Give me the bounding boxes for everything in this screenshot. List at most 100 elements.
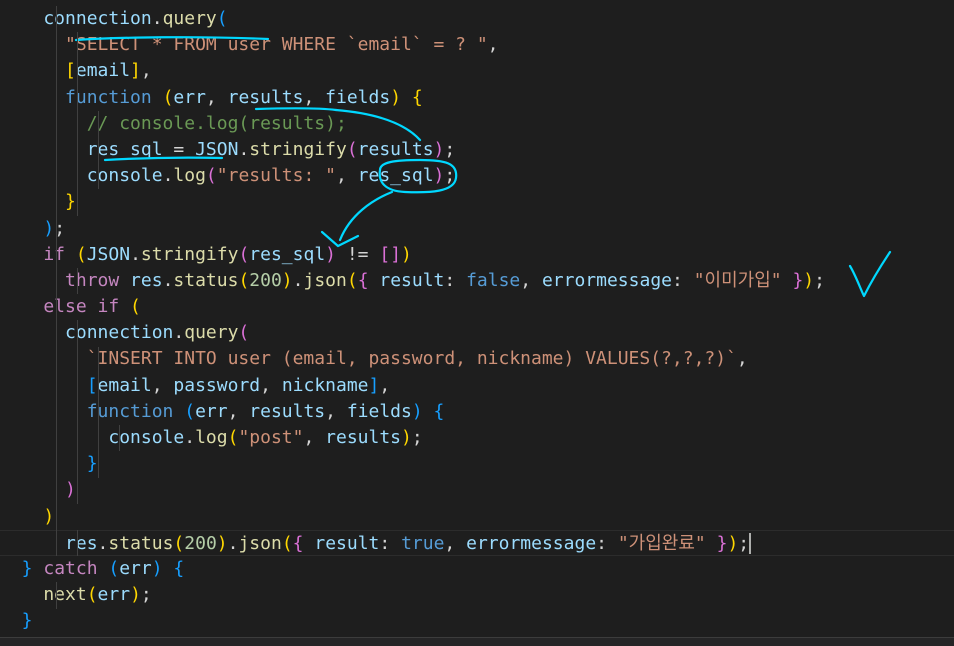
code-token: json [238, 532, 282, 554]
code-token: ) [803, 269, 815, 291]
code-token: catch [32, 557, 109, 579]
code-token: results [357, 138, 434, 160]
code-token: ; [814, 269, 825, 291]
code-token: : [379, 532, 402, 554]
code-token: . [151, 8, 163, 29]
code-token: true [401, 532, 445, 554]
code-line-text: next(err); [0, 582, 151, 608]
code-token: JSON [195, 138, 239, 160]
code-line[interactable]: res.status(200).json({ result: true, err… [0, 529, 954, 556]
code-token: != [336, 243, 380, 265]
code-line[interactable]: } catch (err) { [0, 556, 954, 582]
code-token: password [173, 374, 261, 396]
code-token: ) [130, 584, 141, 606]
code-token: , [379, 374, 391, 396]
code-editor[interactable]: connection.query( "SELECT * FROM user WH… [0, 0, 954, 646]
code-line[interactable]: function (err, results, fields) { [0, 85, 954, 111]
indent-guide [56, 582, 57, 609]
indent-guide [77, 268, 78, 295]
code-token: ) [0, 217, 55, 239]
code-token: errormessage [541, 269, 672, 291]
code-token: err [119, 557, 152, 579]
code-line[interactable]: console.log("results: ", res_sql); [0, 163, 954, 189]
code-token: } [0, 453, 98, 475]
code-line[interactable]: ); [0, 216, 954, 242]
code-token: ) [433, 165, 445, 187]
code-line[interactable]: // console.log(results); [0, 111, 954, 137]
code-line[interactable]: console.log("post", results); [0, 425, 954, 451]
code-token: errormessage [466, 532, 597, 554]
indent-guide [77, 32, 78, 216]
code-token: . [162, 269, 174, 291]
code-token: . [173, 322, 185, 344]
code-token: results [227, 86, 304, 108]
code-token: [ [0, 60, 76, 82]
code-token: . [292, 269, 304, 291]
code-token: ) [401, 427, 412, 448]
code-line[interactable]: connection.query( [0, 320, 954, 346]
code-line[interactable]: "SELECT * FROM user WHERE `email` = ? ", [0, 32, 954, 58]
code-line-text: function (err, results, fields) { [0, 85, 423, 111]
code-token: stringify [140, 243, 239, 265]
code-token: 200 [184, 532, 217, 554]
code-token: [] [379, 243, 402, 265]
code-line[interactable]: ) [0, 504, 954, 530]
code-token: "가입완료" [617, 532, 706, 554]
code-token: , [260, 374, 282, 396]
code-line[interactable]: [email], [0, 58, 954, 84]
code-line[interactable]: ) [0, 477, 954, 503]
code-token: . [184, 427, 196, 448]
indent-guide [77, 530, 78, 557]
code-token: result [368, 269, 445, 291]
horizontal-scrollbar[interactable] [0, 637, 954, 646]
code-line[interactable]: } [0, 451, 954, 477]
code-token: query [184, 322, 239, 344]
indent-guide [77, 320, 78, 504]
code-token: ) [216, 532, 228, 554]
code-token: "이미가입" [693, 269, 782, 291]
code-token: err [173, 86, 206, 108]
code-token: : [596, 532, 618, 554]
code-lines[interactable]: connection.query( "SELECT * FROM user WH… [0, 6, 954, 635]
code-line[interactable]: if (JSON.stringify(res_sql) != []) [0, 242, 954, 268]
code-line-text: if (JSON.stringify(res_sql) != []) [0, 242, 412, 268]
code-line-text: } [0, 451, 98, 477]
code-line[interactable]: } [0, 608, 954, 634]
code-token: json [303, 269, 347, 291]
code-line[interactable]: connection.query( [0, 6, 954, 32]
code-line[interactable]: [email, password, nickname], [0, 373, 954, 399]
code-token: ( [86, 584, 98, 606]
code-token: , [335, 165, 358, 187]
code-token: ) [401, 243, 412, 265]
code-line[interactable]: `INSERT INTO user (email, password, nick… [0, 346, 954, 372]
code-line[interactable]: res_sql = JSON.stringify(results); [0, 137, 954, 163]
code-line-text: console.log("results: ", res_sql); [0, 163, 456, 189]
code-token: ( [227, 427, 239, 448]
code-line-text: ) [0, 477, 76, 503]
code-token: throw [0, 269, 131, 291]
code-token: ( [238, 243, 250, 265]
code-line-text: console.log("post", results); [0, 425, 422, 451]
code-line[interactable]: throw res.status(200).json({ result: fal… [0, 268, 954, 294]
code-token: query [162, 8, 217, 29]
code-token: else if [0, 296, 131, 318]
code-token: . [162, 165, 174, 187]
code-token: res_sql [0, 138, 163, 160]
code-token: ; [738, 532, 750, 554]
code-line[interactable]: next(err); [0, 582, 954, 608]
text-cursor [749, 533, 752, 555]
code-token: ] [368, 374, 380, 396]
code-token: { [173, 557, 185, 579]
code-token: connection [0, 8, 152, 29]
code-line[interactable]: function (err, results, fields) { [0, 399, 954, 425]
code-token: results [249, 400, 326, 422]
code-token: { [292, 532, 304, 554]
code-token: ) [0, 505, 55, 527]
code-token: email [97, 374, 152, 396]
code-line[interactable]: } [0, 189, 954, 215]
code-token: . [238, 138, 250, 160]
code-token: ) [727, 532, 739, 554]
code-line[interactable]: else if ( [0, 294, 954, 320]
